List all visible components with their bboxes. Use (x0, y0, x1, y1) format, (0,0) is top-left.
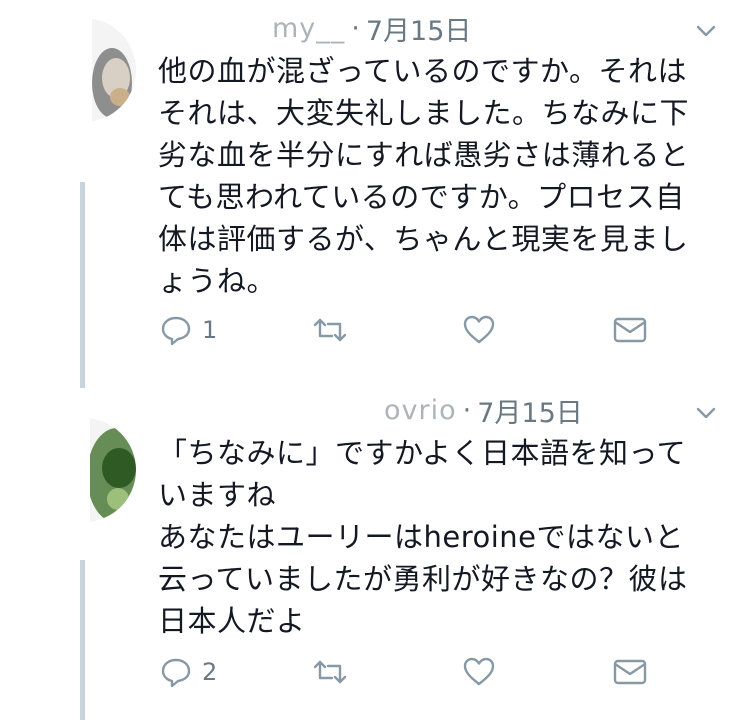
retweet-icon (313, 660, 347, 684)
tweet-text-line: 他の血が混ざっているのですか。それは (158, 54, 687, 88)
tweet-actions: 1 (160, 310, 660, 350)
like-button[interactable] (462, 310, 496, 350)
tweet-text-line: いますね (158, 478, 277, 512)
tweet-text: 「ちなみに」ですかよく日本語を知って いますね あなたはユーリーはheroine… (158, 432, 733, 642)
tweet-text-line: 日本人だよ (158, 604, 306, 638)
chevron-down-icon[interactable] (695, 402, 717, 424)
tweet[interactable]: my__ · 7月15日 他の血が混ざっているのですか。それは それは、大変失礼… (0, 0, 743, 388)
tweet-text-line: ょうね。 (158, 264, 277, 298)
retweet-button[interactable] (312, 310, 348, 350)
tweet-header: my__ · 7月15日 (160, 8, 471, 48)
tweet-thread: my__ · 7月15日 他の血が混ざっているのですか。それは それは、大変失礼… (0, 0, 743, 720)
like-icon (463, 315, 495, 344)
tweet-text-line: 体は評価するが、ちゃんと現実を見まし (158, 222, 689, 256)
display-name-fragment[interactable]: ovrio (384, 395, 457, 426)
tweet-text-line: それは、大変失礼しました。ちなみに下 (158, 96, 690, 130)
display-name-fragment[interactable]: my__ (272, 13, 345, 44)
tweet-text: 他の血が混ざっているのですか。それは それは、大変失礼しました。ちなみに下 劣な… (158, 50, 733, 302)
like-button[interactable] (462, 652, 496, 692)
retweet-icon (313, 318, 347, 342)
tweet[interactable]: ovrio · 7月15日 「ちなみに」ですかよく日本語を知って いますね あな… (0, 388, 743, 720)
tweet-date[interactable]: 7月15日 (477, 391, 583, 430)
tweet-header: ovrio · 7月15日 (160, 390, 583, 430)
reply-button[interactable]: 2 (160, 652, 217, 692)
tweet-text-line: 「ちなみに」ですかよく日本語を知って (158, 436, 687, 470)
avatar[interactable] (32, 18, 136, 122)
chevron-down-icon[interactable] (695, 20, 717, 42)
avatar[interactable] (32, 418, 136, 522)
tweet-text-line: 云っていましたが勇利が好きなの？彼は (158, 562, 688, 596)
tweet-text-line: 劣な血を半分にすれば愚劣さは薄れると (158, 138, 690, 172)
direct-message-icon (613, 659, 647, 685)
reply-icon (161, 658, 191, 688)
direct-message-button[interactable] (612, 310, 648, 350)
like-icon (463, 657, 495, 686)
tweet-actions: 2 (160, 652, 660, 692)
retweet-button[interactable] (312, 652, 348, 692)
reply-count: 2 (202, 658, 218, 686)
tweet-text-line: あなたはユーリーはheroineではないと (158, 520, 685, 554)
separator: · (462, 394, 472, 426)
reply-count: 1 (202, 316, 218, 344)
tweet-text-line: ても思われているのですか。プロセス自 (158, 180, 685, 214)
direct-message-icon (613, 317, 647, 343)
reply-icon (161, 316, 191, 346)
direct-message-button[interactable] (612, 652, 648, 692)
separator: · (351, 12, 360, 44)
tweet-date[interactable]: 7月15日 (366, 9, 472, 48)
reply-button[interactable]: 1 (160, 310, 217, 350)
